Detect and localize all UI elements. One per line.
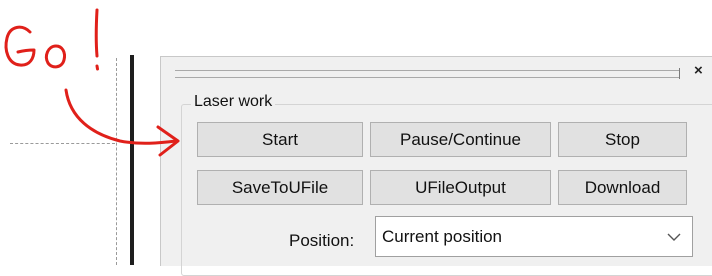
handwritten-annotation [4, 8, 180, 157]
